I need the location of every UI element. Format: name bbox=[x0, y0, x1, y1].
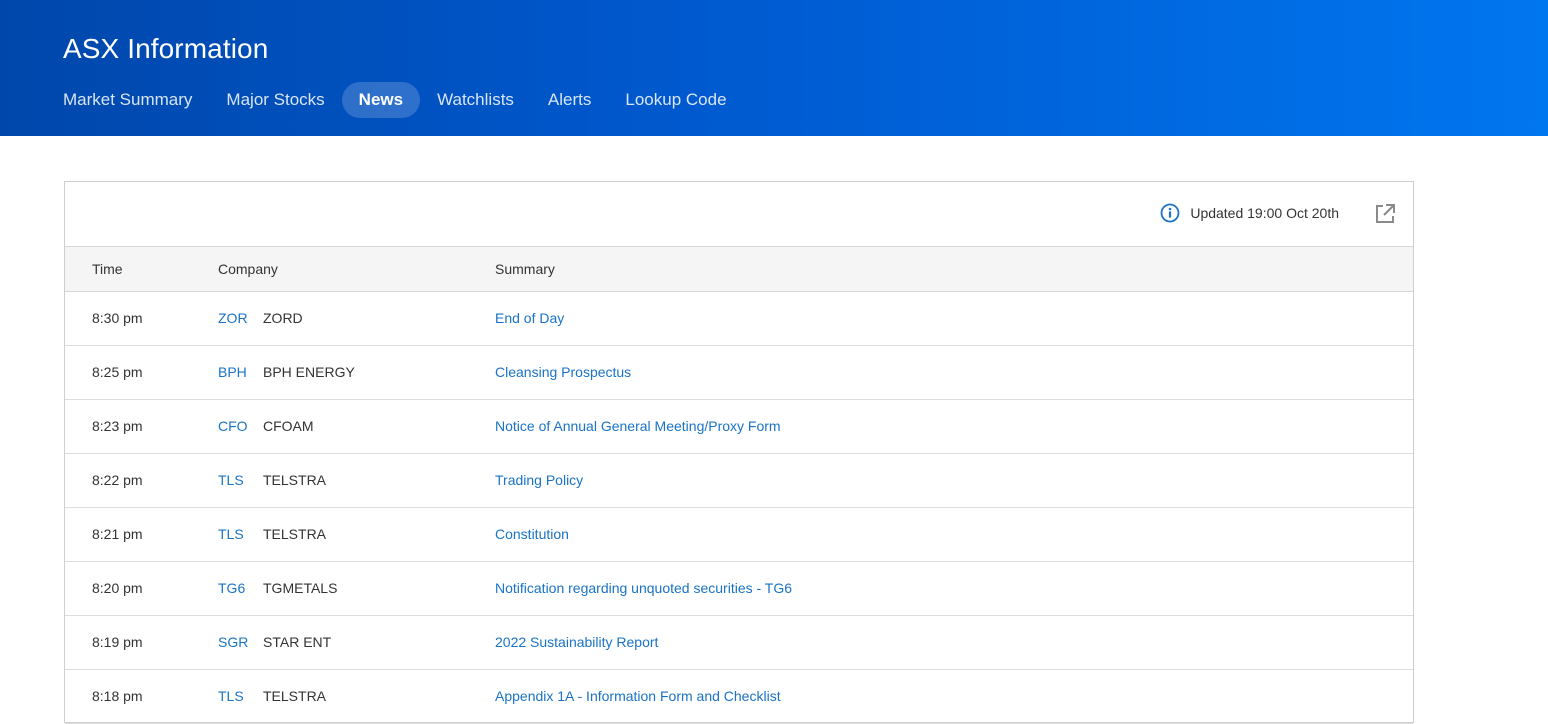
row-company-name: TGMETALS bbox=[263, 580, 338, 596]
row-company-code[interactable]: CFO bbox=[218, 418, 248, 434]
row-company-name: TELSTRA bbox=[263, 472, 327, 488]
row-company-name: BPH ENERGY bbox=[263, 364, 355, 380]
row-company-name: CFOAM bbox=[263, 418, 314, 434]
table-header: Time Company Summary bbox=[65, 247, 1413, 292]
row-company-code[interactable]: TLS bbox=[218, 688, 244, 704]
table-row: 8:23 pm CFO CFOAM Notice of Annual Gener… bbox=[65, 400, 1413, 454]
updated-text: Updated 19:00 Oct 20th bbox=[1190, 205, 1339, 221]
column-header-summary: Summary bbox=[495, 261, 555, 277]
row-company-code[interactable]: BPH bbox=[218, 364, 247, 380]
row-company-code[interactable]: TG6 bbox=[218, 580, 245, 596]
news-panel: Updated 19:00 Oct 20th Time Company Summ… bbox=[64, 181, 1414, 724]
row-summary-link[interactable]: 2022 Sustainability Report bbox=[495, 634, 658, 650]
nav-market-summary[interactable]: Market Summary bbox=[46, 82, 209, 118]
row-time: 8:19 pm bbox=[92, 634, 143, 650]
row-summary-link[interactable]: Cleansing Prospectus bbox=[495, 364, 631, 380]
main-nav: Market Summary Major Stocks News Watchli… bbox=[46, 82, 744, 118]
external-link-icon[interactable] bbox=[1373, 202, 1397, 226]
row-company-name: STAR ENT bbox=[263, 634, 332, 650]
row-summary-link[interactable]: Constitution bbox=[495, 526, 569, 542]
table-row: 8:21 pm TLS TELSTRA Constitution bbox=[65, 508, 1413, 562]
row-time: 8:18 pm bbox=[92, 688, 143, 704]
row-summary-link[interactable]: Notification regarding unquoted securiti… bbox=[495, 580, 792, 596]
table-row: 8:19 pm SGR STAR ENT 2022 Sustainability… bbox=[65, 616, 1413, 670]
nav-alerts[interactable]: Alerts bbox=[531, 82, 608, 118]
app-header: ASX Information Market Summary Major Sto… bbox=[0, 0, 1548, 136]
row-time: 8:30 pm bbox=[92, 310, 143, 326]
row-company-name: TELSTRA bbox=[263, 526, 327, 542]
row-company-name: ZORD bbox=[263, 310, 303, 326]
row-time: 8:22 pm bbox=[92, 472, 143, 488]
row-summary-link[interactable]: End of Day bbox=[495, 310, 564, 326]
app-title: ASX Information bbox=[63, 33, 269, 64]
updated-status: Updated 19:00 Oct 20th bbox=[1160, 203, 1339, 223]
row-summary-link[interactable]: Notice of Annual General Meeting/Proxy F… bbox=[495, 418, 781, 434]
table-row: 8:18 pm TLS TELSTRA Appendix 1A - Inform… bbox=[65, 670, 1413, 724]
info-circle-icon bbox=[1160, 203, 1180, 223]
row-company-code[interactable]: SGR bbox=[218, 634, 248, 650]
table-row: 8:25 pm BPH BPH ENERGY Cleansing Prospec… bbox=[65, 346, 1413, 400]
nav-watchlists[interactable]: Watchlists bbox=[420, 82, 531, 118]
nav-news[interactable]: News bbox=[341, 82, 421, 118]
column-header-company: Company bbox=[218, 261, 278, 277]
row-company-name: TELSTRA bbox=[263, 688, 327, 704]
row-company-code[interactable]: ZOR bbox=[218, 310, 248, 326]
row-company-code[interactable]: TLS bbox=[218, 472, 244, 488]
nav-lookup-code[interactable]: Lookup Code bbox=[608, 82, 743, 118]
table-row: 8:30 pm ZOR ZORD End of Day bbox=[65, 292, 1413, 346]
row-summary-link[interactable]: Trading Policy bbox=[495, 472, 583, 488]
row-time: 8:21 pm bbox=[92, 526, 143, 542]
row-company-code[interactable]: TLS bbox=[218, 526, 244, 542]
row-time: 8:23 pm bbox=[92, 418, 143, 434]
row-summary-link[interactable]: Appendix 1A - Information Form and Check… bbox=[495, 688, 781, 704]
panel-toolbar: Updated 19:00 Oct 20th bbox=[65, 182, 1413, 247]
row-time: 8:25 pm bbox=[92, 364, 143, 380]
table-row: 8:22 pm TLS TELSTRA Trading Policy bbox=[65, 454, 1413, 508]
column-header-time: Time bbox=[92, 261, 123, 277]
table-row: 8:20 pm TG6 TGMETALS Notification regard… bbox=[65, 562, 1413, 616]
row-time: 8:20 pm bbox=[92, 580, 143, 596]
nav-major-stocks[interactable]: Major Stocks bbox=[209, 82, 341, 118]
